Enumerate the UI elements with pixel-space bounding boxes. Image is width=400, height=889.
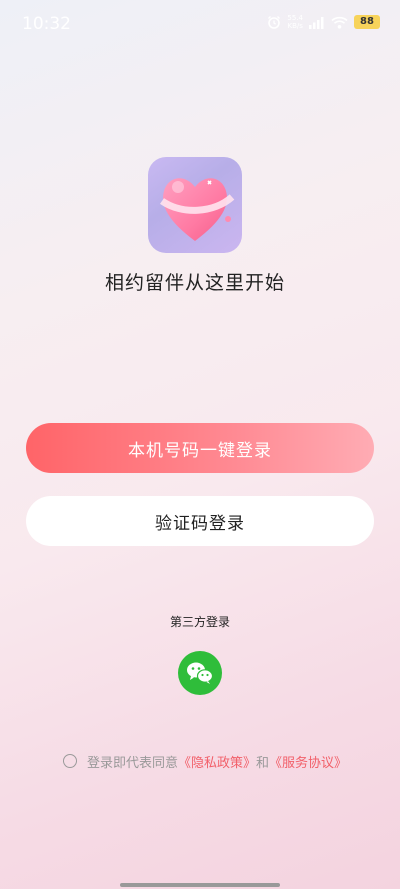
agreement-connector: 和 [256, 755, 270, 771]
app-tagline: 相约留伴从这里开始 [104, 272, 285, 294]
service-agreement-link[interactable]: 《服务协议》 [269, 752, 347, 771]
wechat-login-button[interactable] [178, 651, 222, 695]
wechat-icon [187, 662, 214, 684]
status-bar: 10:32 55.4 KB/s 88 [0, 0, 400, 48]
status-time: 10:32 [22, 14, 71, 34]
signal-icon [309, 16, 324, 29]
heart-icon [159, 178, 235, 241]
wifi-icon [331, 16, 348, 29]
third-party-login-label: 第三方登录 [169, 615, 230, 629]
home-indicator[interactable] [120, 883, 280, 887]
one-click-login-button[interactable]: 本机号码一键登录 [26, 423, 374, 473]
app-logo [148, 157, 242, 253]
code-login-label: 验证码登录 [155, 513, 245, 534]
alarm-icon [268, 16, 281, 29]
code-login-button[interactable]: 验证码登录 [26, 496, 374, 546]
agreement-row: 登录即代表同意 《隐私政策》 和 《服务协议》 [63, 751, 347, 771]
one-click-login-label: 本机号码一键登录 [128, 440, 272, 461]
agreement-checkbox[interactable] [63, 754, 77, 768]
network-speed: 55.4 KB/s [287, 14, 303, 30]
status-icons: 55.4 KB/s 88 [267, 14, 380, 30]
privacy-policy-link[interactable]: 《隐私政策》 [178, 752, 256, 771]
battery-indicator: 88 [354, 15, 380, 29]
agreement-prefix: 登录即代表同意 [87, 755, 179, 771]
